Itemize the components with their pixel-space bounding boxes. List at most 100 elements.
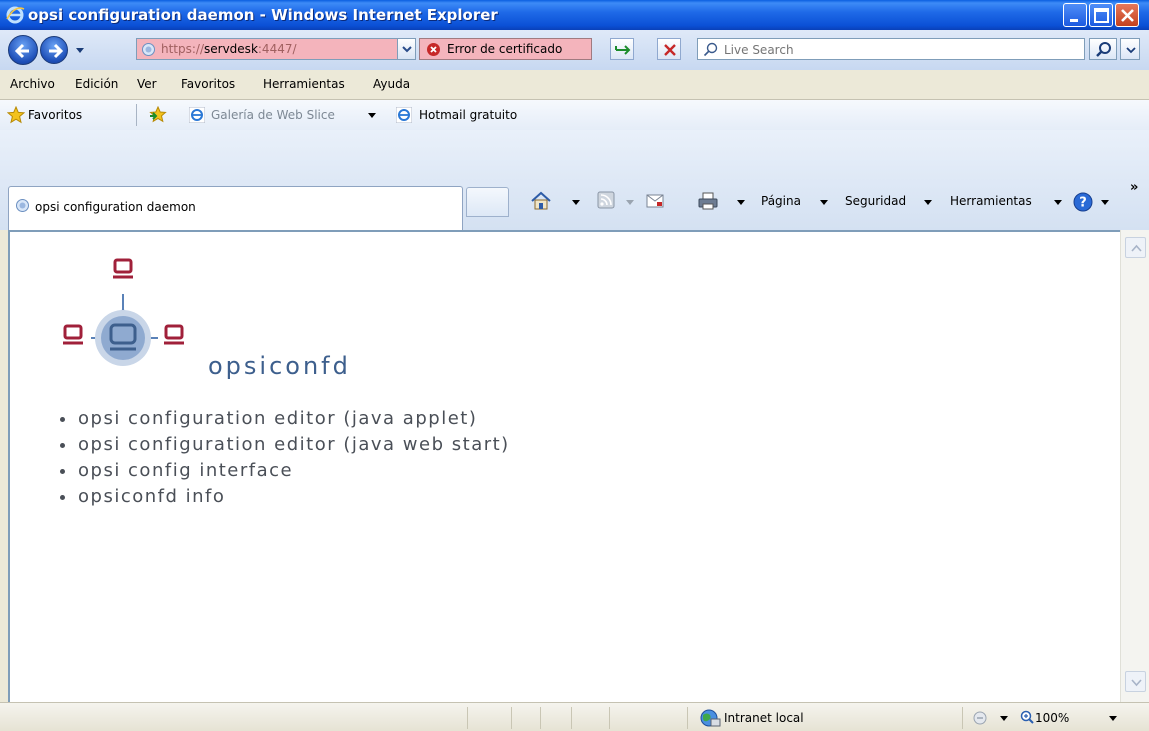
favorites-button[interactable]: Favoritos xyxy=(28,108,82,122)
rss-feed-icon[interactable] xyxy=(597,191,615,209)
search-provider-icon xyxy=(703,42,718,57)
link-java-applet[interactable]: opsi configuration editor (java applet) xyxy=(78,408,477,429)
link-list: opsi configuration editor (java applet) … xyxy=(58,408,510,512)
intranet-zone-icon xyxy=(700,709,721,727)
url-port: :4447/ xyxy=(257,42,297,56)
refresh-icon xyxy=(615,45,631,55)
brand-name: opsiconfd xyxy=(208,352,351,380)
list-item: opsiconfd info xyxy=(58,486,510,512)
chevron-down-icon xyxy=(1131,679,1142,687)
chevron-down-icon xyxy=(402,46,412,53)
help-icon[interactable]: ? xyxy=(1073,192,1093,212)
back-button[interactable] xyxy=(8,35,38,65)
tools-menu-dropdown-icon[interactable] xyxy=(1054,200,1062,205)
mail-icon[interactable] xyxy=(646,193,664,209)
maximize-button[interactable] xyxy=(1089,3,1113,27)
menu-ver[interactable]: Ver xyxy=(137,77,157,91)
search-options-button[interactable] xyxy=(1120,38,1140,60)
print-icon[interactable] xyxy=(697,191,719,211)
certificate-error-label: Error de certificado xyxy=(447,42,563,56)
tools-menu-button[interactable]: Herramientas xyxy=(950,194,1032,208)
home-icon[interactable] xyxy=(530,191,552,211)
safety-menu-dropdown-icon[interactable] xyxy=(924,200,932,205)
minimize-button[interactable] xyxy=(1063,3,1087,27)
internet-explorer-icon xyxy=(189,107,205,123)
hotmail-link[interactable]: Hotmail gratuito xyxy=(419,108,517,122)
zoom-icon[interactable] xyxy=(1020,710,1034,724)
page-globe-icon xyxy=(16,199,29,212)
status-divider xyxy=(511,707,512,729)
chevron-down-icon[interactable] xyxy=(368,113,376,119)
stop-button[interactable] xyxy=(657,38,681,60)
opsi-logo-icon xyxy=(63,258,184,366)
search-input[interactable] xyxy=(722,41,1072,58)
menu-archivo[interactable]: Archivo xyxy=(10,77,55,91)
security-zone-label[interactable]: Intranet local xyxy=(724,711,804,725)
minimize-icon xyxy=(1070,19,1078,22)
shield-error-icon xyxy=(427,43,440,56)
search-button[interactable] xyxy=(1089,38,1117,60)
ie-window: opsi configuration daemon - Windows Inte… xyxy=(0,0,1149,731)
web-slice-gallery-link[interactable]: Galería de Web Slice xyxy=(211,108,335,122)
scroll-up-button[interactable] xyxy=(1125,237,1146,258)
zoom-dropdown-icon[interactable] xyxy=(1109,716,1117,721)
help-dropdown-icon[interactable] xyxy=(1101,200,1109,205)
safety-menu-button[interactable]: Seguridad xyxy=(845,194,906,208)
feeds-dropdown-icon[interactable] xyxy=(626,200,634,205)
menu-edicion[interactable]: Edición xyxy=(75,77,118,91)
protected-mode-icon[interactable] xyxy=(972,710,990,726)
menu-ayuda[interactable]: Ayuda xyxy=(373,77,410,91)
tab-label: opsi configuration daemon xyxy=(35,200,196,214)
bullet xyxy=(60,443,65,448)
tab-opsi-configuration-daemon[interactable]: opsi configuration daemon xyxy=(8,186,463,230)
refresh-button[interactable] xyxy=(610,38,634,60)
status-divider xyxy=(962,707,963,729)
menu-favoritos[interactable]: Favoritos xyxy=(181,77,235,91)
zoom-level[interactable]: 100% xyxy=(1035,711,1069,725)
close-button[interactable] xyxy=(1115,3,1139,27)
favorites-star-icon[interactable] xyxy=(7,106,25,124)
print-dropdown-icon[interactable] xyxy=(737,200,745,205)
home-dropdown-icon[interactable] xyxy=(572,200,580,205)
status-divider xyxy=(540,707,541,729)
status-bar: Intranet local 100% xyxy=(0,702,1149,731)
link-java-web-start[interactable]: opsi configuration editor (java web star… xyxy=(78,434,510,455)
scroll-down-button[interactable] xyxy=(1125,671,1146,692)
page-menu-button[interactable]: Página xyxy=(761,194,801,208)
window-title: opsi configuration daemon - Windows Inte… xyxy=(28,6,498,24)
status-divider xyxy=(571,707,572,729)
bullet xyxy=(60,495,65,500)
list-item: opsi config interface xyxy=(58,460,510,486)
url-scheme: https:// xyxy=(161,42,205,56)
vertical-scrollbar[interactable] xyxy=(1120,230,1149,702)
bullet xyxy=(60,417,65,422)
new-tab-button[interactable] xyxy=(466,187,509,217)
link-config-interface[interactable]: opsi config interface xyxy=(78,460,293,481)
maximize-icon xyxy=(1094,8,1109,23)
more-commands-button[interactable]: » xyxy=(1130,180,1138,195)
zone-dropdown-icon[interactable] xyxy=(1000,716,1008,721)
link-opsiconfd-info[interactable]: opsiconfd info xyxy=(78,486,225,507)
page-viewport: opsiconfd opsi configuration editor (jav… xyxy=(8,230,1120,702)
page-globe-icon xyxy=(142,43,155,56)
certificate-error-button[interactable]: Error de certificado xyxy=(419,38,592,60)
address-field[interactable]: https://servdesk:4447/ xyxy=(136,38,416,60)
list-item: opsi configuration editor (java applet) xyxy=(58,408,510,434)
svg-text:?: ? xyxy=(1079,196,1087,211)
favorites-bar: Favoritos Galería de Web Slice Hotmail g… xyxy=(0,100,1149,130)
address-dropdown-button[interactable] xyxy=(397,39,415,59)
close-icon xyxy=(1121,9,1134,22)
menu-herramientas[interactable]: Herramientas xyxy=(263,77,345,91)
forward-button[interactable] xyxy=(40,36,68,64)
list-item: opsi configuration editor (java web star… xyxy=(58,434,510,460)
tab-bar: opsi configuration daemon Página Segurid… xyxy=(0,130,1149,230)
bullet xyxy=(60,469,65,474)
status-divider xyxy=(609,707,610,729)
recent-pages-dropdown-icon[interactable] xyxy=(74,44,86,56)
title-bar[interactable]: opsi configuration daemon - Windows Inte… xyxy=(0,0,1149,30)
add-to-favorites-icon[interactable] xyxy=(148,106,168,124)
search-icon xyxy=(1096,42,1111,57)
url-host: servdesk xyxy=(204,42,258,56)
page-menu-dropdown-icon[interactable] xyxy=(820,200,828,205)
search-field[interactable] xyxy=(697,38,1085,60)
